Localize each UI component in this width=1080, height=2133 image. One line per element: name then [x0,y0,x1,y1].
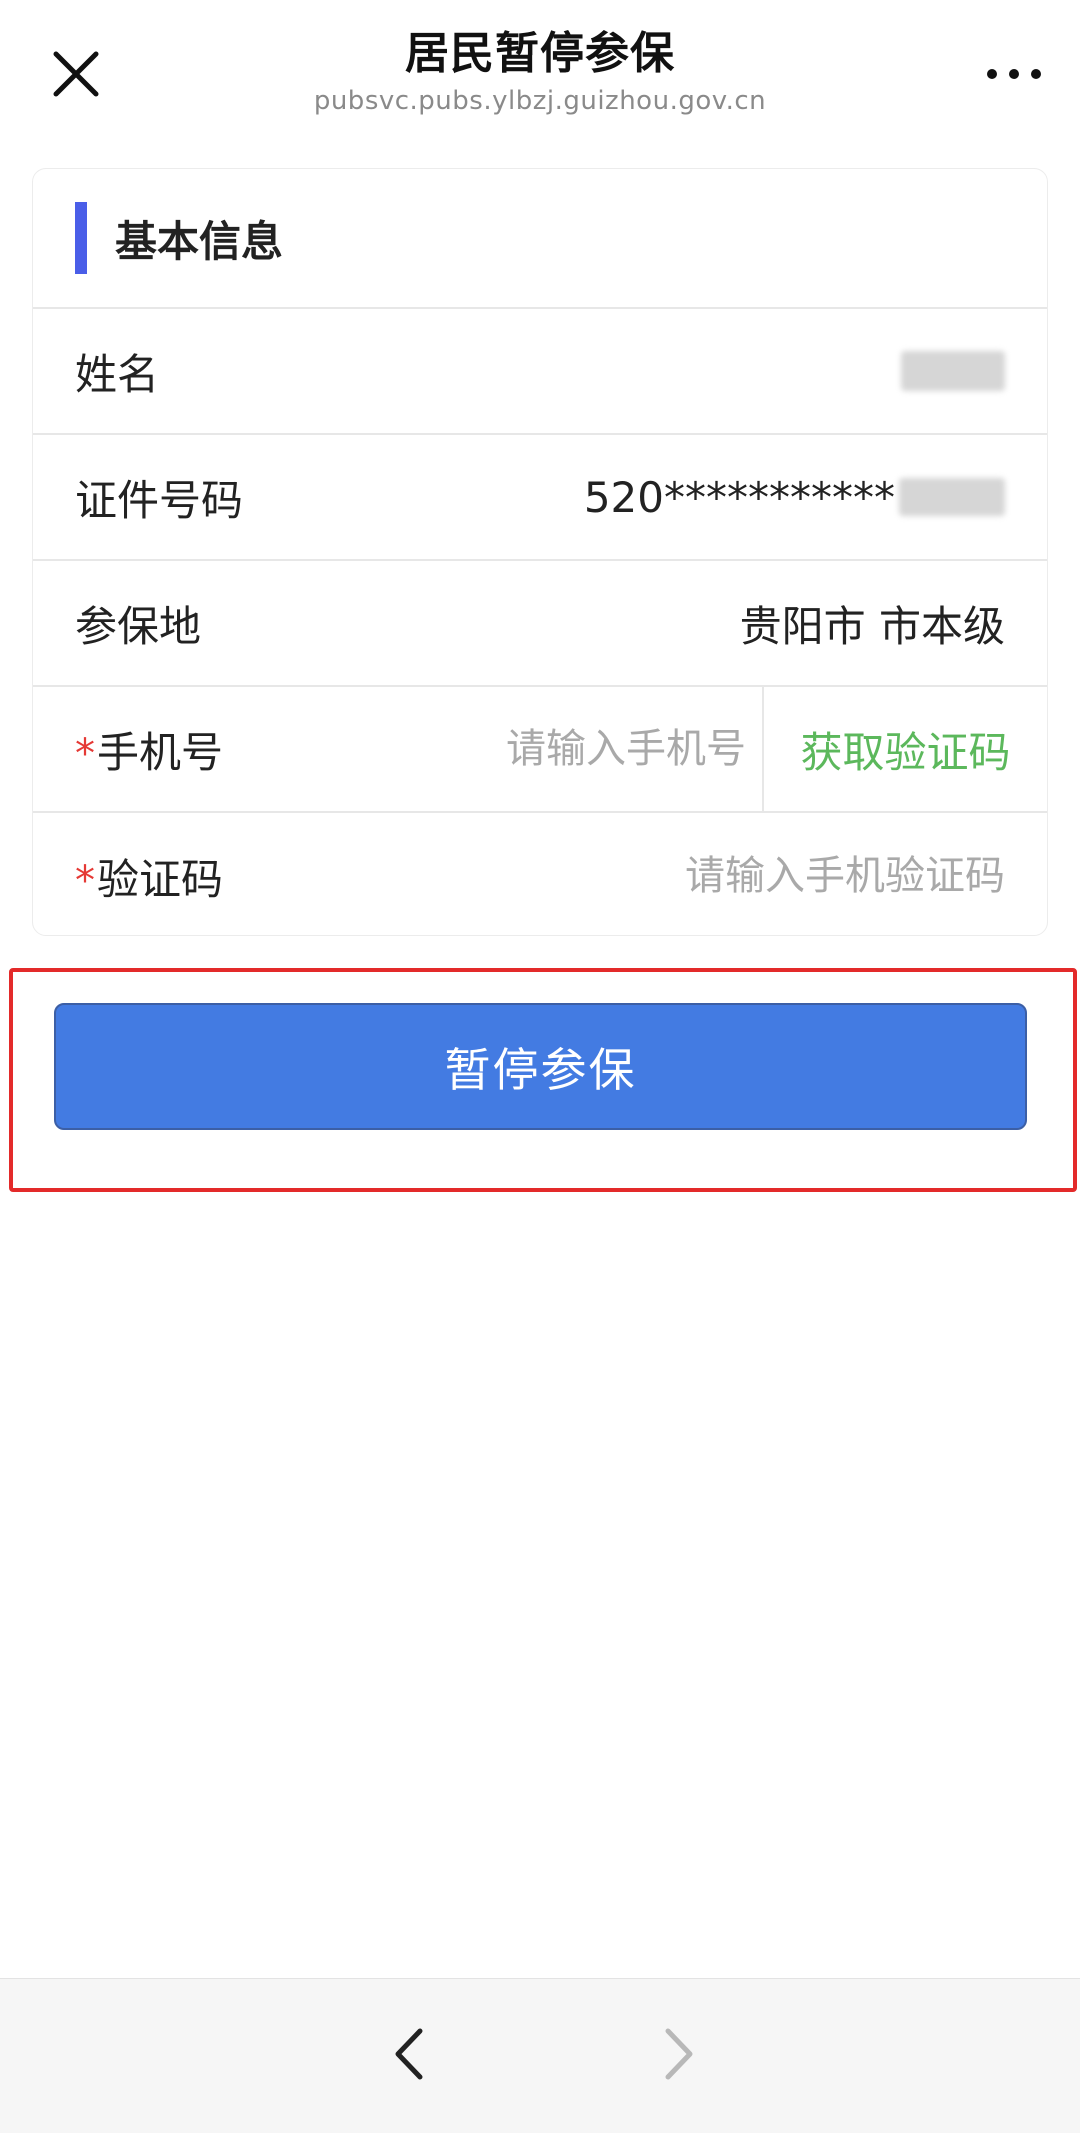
page-url: pubsvc.pubs.ylbzj.guizhou.gov.cn [313,86,767,116]
card-header: 基本信息 [33,169,1047,309]
nav-title-group: 居民暂停参保 pubsvc.pubs.ylbzj.guizhou.gov.cn [200,26,880,118]
redacted-name [901,351,1005,391]
top-navbar: 居民暂停参保 pubsvc.pubs.ylbzj.guizhou.gov.cn [0,0,1080,160]
name-label: 姓名 [75,349,160,399]
location-value: 贵阳市 市本级 [739,601,1005,651]
id-number-prefix: 520*********** [583,472,895,522]
required-mark: * [75,730,95,777]
more-dots-icon [987,69,1041,79]
more-button[interactable] [978,48,1050,100]
verification-code-input[interactable] [585,846,1005,906]
chevron-left-icon [395,2028,423,2080]
back-button[interactable] [380,2019,440,2089]
phone-label: 手机号 [97,727,224,777]
location-label: 参保地 [75,601,202,651]
code-label-group: *验证码 [75,846,223,907]
code-row: *验证码 [33,813,1047,935]
id-number-label: 证件号码 [75,475,244,525]
suspend-insurance-button[interactable]: 暂停参保 [54,1003,1027,1130]
page-title: 居民暂停参保 [405,28,675,79]
phone-row: *手机号 获取验证码 [33,687,1047,813]
close-button[interactable] [40,38,112,110]
id-number-row: 证件号码 520*********** [33,435,1047,561]
location-row: 参保地 贵阳市 市本级 [33,561,1047,687]
bottom-toolbar [0,1978,1080,2133]
redacted-id-suffix [899,478,1005,516]
required-mark: * [75,857,95,904]
phone-input[interactable] [446,719,746,779]
section-title: 基本信息 [115,216,284,266]
section-accent-bar [75,202,87,274]
id-number-value: 520*********** [584,473,1005,522]
code-label: 验证码 [97,854,224,904]
basic-info-card: 基本信息 姓名 证件号码 520*********** 参保地 贵阳市 市本级 … [32,168,1048,936]
phone-label-group: *手机号 [75,719,223,780]
close-icon [53,51,99,97]
forward-button [648,2019,708,2089]
name-row: 姓名 [33,309,1047,435]
name-value-redacted [901,351,1005,391]
chevron-right-icon [665,2028,693,2080]
get-sms-code-button[interactable]: 获取验证码 [762,687,1047,811]
page: 居民暂停参保 pubsvc.pubs.ylbzj.guizhou.gov.cn … [0,0,1080,2133]
